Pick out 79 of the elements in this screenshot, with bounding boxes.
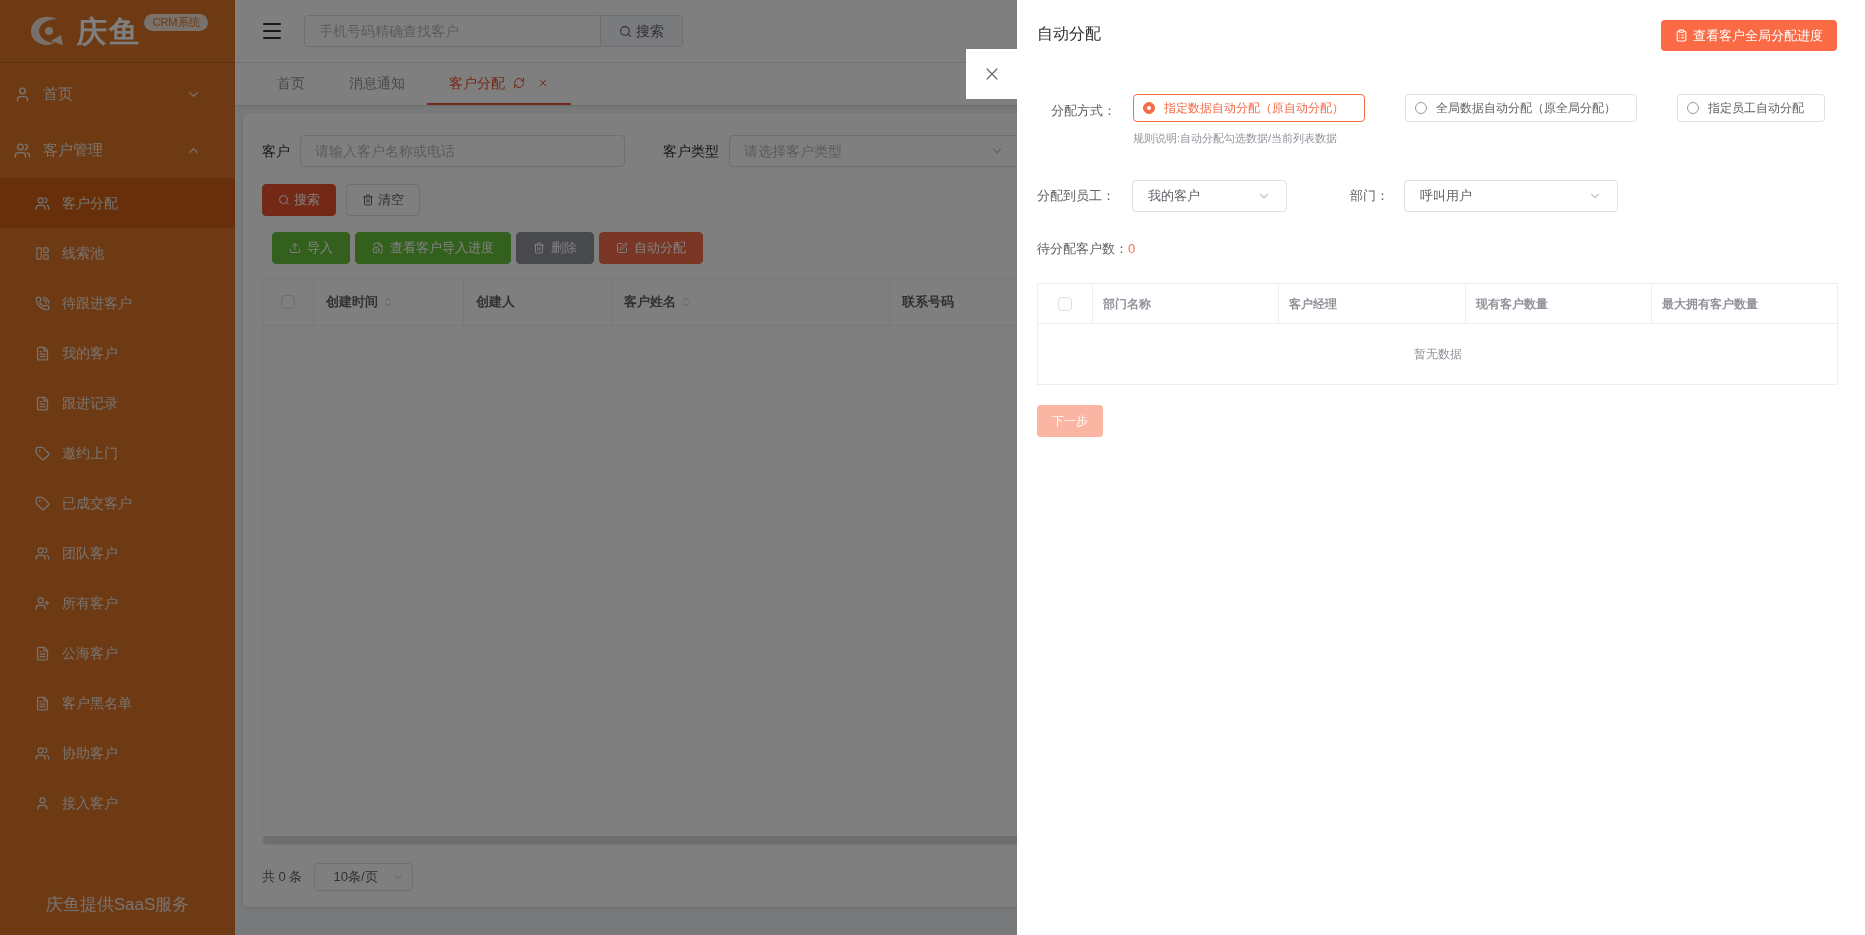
sidebar-menu-item[interactable]: 客户管理 <box>0 122 235 178</box>
button-icon <box>372 242 384 254</box>
close-icon[interactable] <box>537 77 549 89</box>
menu-item-icon <box>35 295 50 311</box>
logo-badge: CRM系统 <box>144 14 208 31</box>
user-icon <box>14 141 31 159</box>
sidebar-menu-item[interactable]: 首页 <box>0 66 235 122</box>
menu-item-icon <box>35 195 50 211</box>
field-label: 分配到员工： <box>1037 186 1116 205</box>
total-count: 共 0 条 <box>262 868 303 887</box>
column-header: 客户经理 <box>1289 295 1338 313</box>
sort-icon[interactable] <box>680 296 692 308</box>
employee-select[interactable]: 我的客户 <box>1132 179 1287 212</box>
toolbar-button[interactable]: 自动分配 <box>599 232 703 264</box>
sidebar-item[interactable]: 公海客户 <box>0 628 235 678</box>
search-icon <box>619 24 632 38</box>
field-label: 部门： <box>1350 186 1390 205</box>
logo-text: 庆鱼 <box>77 13 141 50</box>
menu-item-icon <box>35 345 50 361</box>
menu-item-icon <box>35 645 50 661</box>
column-header[interactable]: 创建时间 <box>313 279 463 325</box>
menu-item-icon <box>35 745 50 761</box>
footer-text: 庆鱼提供SaaS服务 <box>45 894 190 917</box>
column-header[interactable]: 客户姓名 <box>611 279 889 325</box>
sidebar-item[interactable]: 接入客户 <box>0 778 235 828</box>
menu-item-icon <box>35 445 50 461</box>
empty-table-text: 暂无数据 <box>1413 346 1462 363</box>
clipboard-icon <box>1675 29 1688 42</box>
search-button[interactable]: 搜索 <box>600 15 683 47</box>
user-icon <box>14 85 31 103</box>
department-select[interactable]: 呼叫用户 <box>1404 179 1618 212</box>
sidebar-item[interactable]: 我的客户 <box>0 328 235 378</box>
checkbox[interactable] <box>1058 296 1072 311</box>
button-icon <box>289 242 301 254</box>
button-icon <box>616 242 628 254</box>
menu-item-icon <box>35 495 50 511</box>
button-icon <box>533 242 545 254</box>
filter-label: 客户类型 <box>663 141 719 161</box>
sidebar-item[interactable]: 团队客户 <box>0 528 235 578</box>
menu-item-icon <box>35 545 50 561</box>
toolbar-button[interactable]: 导入 <box>272 232 350 264</box>
field-label: 分配方式： <box>1051 102 1117 120</box>
clear-button[interactable]: 清空 <box>346 184 420 216</box>
search-button[interactable]: 搜索 <box>262 184 336 216</box>
sidebar-item[interactable]: 邀约上门 <box>0 428 235 478</box>
sidebar-item[interactable]: 待跟进客户 <box>0 278 235 328</box>
sidebar-item[interactable]: 已成交客户 <box>0 478 235 528</box>
refresh-icon[interactable] <box>513 77 525 89</box>
column-header[interactable]: 创建人 <box>463 279 611 325</box>
close-button[interactable] <box>966 49 1017 99</box>
filter-label: 客户 <box>262 141 290 161</box>
sidebar-item[interactable]: 客户分配 <box>0 178 235 228</box>
sidebar-item[interactable]: 客户黑名单 <box>0 678 235 728</box>
pending-count: 0 <box>1128 239 1136 258</box>
menu-item-icon <box>35 245 50 261</box>
page-size-select[interactable]: 10条/页 <box>314 863 414 891</box>
radio-option[interactable]: 指定数据自动分配（原自动分配） <box>1133 94 1365 122</box>
column-header: 部门名称 <box>1103 295 1151 313</box>
sidebar-item[interactable]: 跟进记录 <box>0 378 235 428</box>
page-tab[interactable]: 客户分配 <box>427 63 571 105</box>
radio-option[interactable]: 全局数据自动分配（原全局分配） <box>1405 94 1637 122</box>
rule-note: 规则说明:自动分配勾选数据/当前列表数据 <box>1133 131 1339 146</box>
toolbar-button[interactable]: 查看客户导入进度 <box>355 232 511 264</box>
pending-count-label: 待分配客户数： <box>1037 239 1128 258</box>
menu-item-icon <box>35 595 50 611</box>
sort-icon[interactable] <box>382 296 394 308</box>
sidebar-item[interactable]: 所有客户 <box>0 578 235 628</box>
radio-option[interactable]: 指定员工自动分配 <box>1677 94 1825 122</box>
menu-item-icon <box>35 795 50 811</box>
menu-item-icon <box>35 695 50 711</box>
sidebar-item[interactable]: 协助客户 <box>0 728 235 778</box>
column-header: 最大拥有客户数量 <box>1661 295 1758 313</box>
sidebar-item[interactable]: 线索池 <box>0 228 235 278</box>
trash-icon <box>362 194 374 206</box>
drawer-title: 自动分配 <box>1037 24 1101 44</box>
column-header: 现有客户数量 <box>1475 295 1548 313</box>
search-icon <box>278 194 290 206</box>
assignment-progress-button[interactable]: 查看客户全局分配进度 <box>1661 20 1837 51</box>
menu-item-icon <box>35 395 50 411</box>
